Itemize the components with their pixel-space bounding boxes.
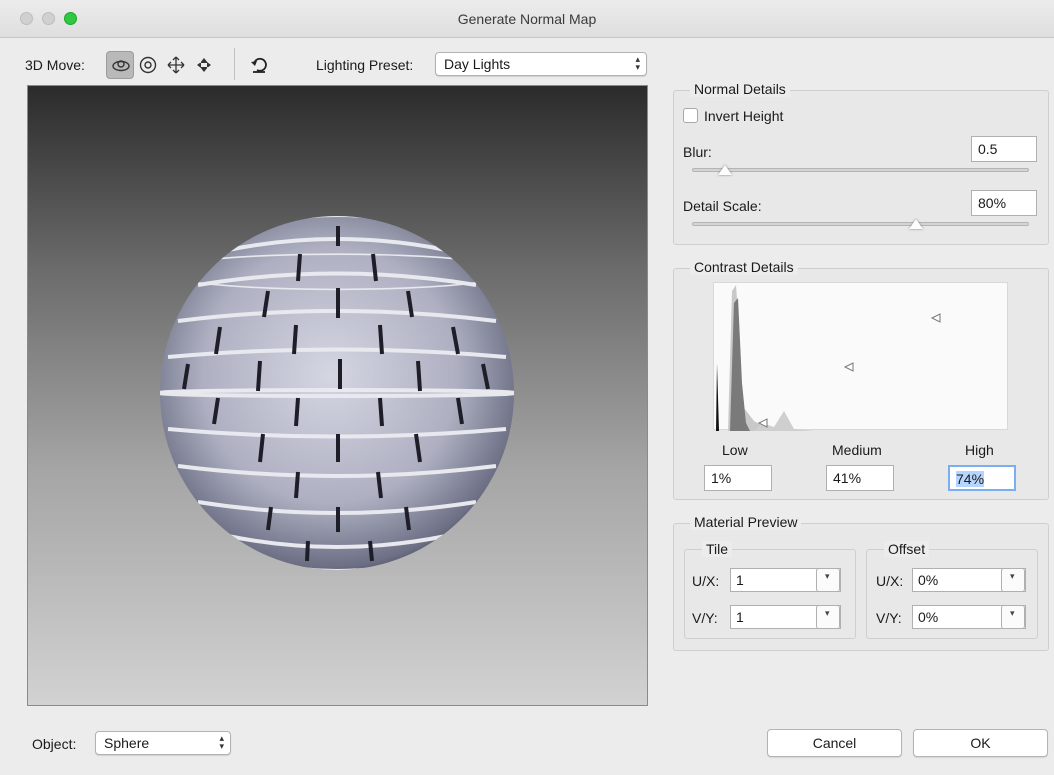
tile-vy-value: 1 — [736, 609, 744, 625]
updown-arrows-icon: ▴ ▾ — [635, 54, 640, 72]
cancel-button[interactable]: Cancel — [767, 729, 902, 757]
roll-tool-button[interactable] — [134, 51, 162, 79]
tile-ux-combo[interactable]: 1 ▾ — [730, 568, 841, 592]
offset-vy-dropdown-button[interactable]: ▾ — [1001, 605, 1025, 629]
blur-slider-track[interactable] — [692, 168, 1029, 172]
high-label: High — [965, 442, 994, 458]
invert-height-checkbox[interactable] — [683, 108, 698, 123]
offset-vy-combo[interactable]: 0% ▾ — [912, 605, 1026, 629]
object-label: Object: — [32, 736, 77, 752]
offset-vy-label: V/Y: — [876, 610, 902, 626]
blur-slider-thumb[interactable] — [718, 165, 732, 175]
medium-label: Medium — [832, 442, 882, 458]
medium-value: 41% — [833, 470, 862, 486]
slide-tool-button[interactable] — [190, 51, 218, 79]
histogram-graph — [716, 285, 941, 431]
chevron-down-icon: ▾ — [825, 608, 830, 618]
chevron-down-icon: ▾ — [1010, 608, 1015, 618]
ok-button[interactable]: OK — [913, 729, 1048, 757]
object-value: Sphere — [104, 735, 150, 751]
offset-ux-combo[interactable]: 0% ▾ — [912, 568, 1026, 592]
normal-details-title: Normal Details — [690, 81, 790, 97]
orbit-icon — [112, 60, 130, 72]
title-bar: Generate Normal Map — [0, 0, 1054, 38]
contrast-details-title: Contrast Details — [690, 259, 798, 275]
blur-value: 0.5 — [978, 141, 998, 157]
offset-title: Offset — [884, 541, 930, 557]
slide-icon — [197, 58, 211, 72]
detail-scale-label: Detail Scale: — [683, 198, 762, 214]
detail-scale-input[interactable]: 80% — [971, 190, 1037, 216]
tile-title: Tile — [702, 541, 733, 557]
reset-view-icon — [251, 57, 267, 73]
histogram[interactable] — [713, 282, 1008, 431]
offset-ux-label: U/X: — [876, 573, 904, 589]
lighting-preset-label: Lighting Preset: — [316, 57, 414, 73]
offset-vy-value: 0% — [918, 609, 939, 625]
offset-ux-value: 0% — [918, 572, 939, 588]
tile-ux-dropdown-button[interactable]: ▾ — [816, 568, 840, 592]
medium-input[interactable]: 41% — [826, 465, 894, 491]
low-value: 1% — [711, 470, 732, 486]
orbit-tool-button[interactable] — [106, 51, 134, 79]
chevron-down-icon: ▾ — [1010, 571, 1015, 581]
tile-ux-label: U/X: — [692, 573, 720, 589]
tile-vy-label: V/Y: — [692, 610, 718, 626]
3d-preview-canvas[interactable] — [27, 85, 648, 706]
low-label: Low — [722, 442, 748, 458]
textured-sphere[interactable] — [28, 86, 648, 706]
detail-scale-slider-thumb[interactable] — [909, 219, 923, 229]
object-select[interactable]: Sphere ▴ ▾ — [95, 731, 231, 755]
lighting-preset-select[interactable]: Day Lights ▴ ▾ — [435, 52, 647, 76]
reset-view-button[interactable] — [245, 51, 273, 79]
offset-ux-dropdown-button[interactable]: ▾ — [1001, 568, 1025, 592]
tile-ux-value: 1 — [736, 572, 744, 588]
tile-vy-combo[interactable]: 1 ▾ — [730, 605, 841, 629]
detail-scale-value: 80% — [978, 195, 1007, 211]
high-input[interactable]: 74% — [948, 465, 1016, 491]
updown-arrows-icon: ▴ ▾ — [219, 733, 224, 751]
blur-label: Blur: — [683, 144, 712, 160]
lighting-preset-value: Day Lights — [444, 56, 511, 72]
window-title: Generate Normal Map — [457, 11, 597, 27]
material-preview-title: Material Preview — [690, 514, 802, 530]
blur-input[interactable]: 0.5 — [971, 136, 1037, 162]
high-value: 74% — [956, 471, 985, 487]
pan-tool-button[interactable] — [162, 51, 190, 79]
toolbar-divider — [234, 48, 235, 80]
tile-vy-dropdown-button[interactable]: ▾ — [816, 605, 840, 629]
detail-scale-slider-track[interactable] — [692, 222, 1029, 226]
invert-height-label: Invert Height — [704, 108, 784, 124]
chevron-down-icon: ▾ — [825, 571, 830, 581]
3d-move-label: 3D Move: — [25, 57, 85, 73]
low-input[interactable]: 1% — [704, 465, 772, 491]
roll-icon — [139, 56, 157, 74]
pan-icon — [167, 56, 185, 74]
